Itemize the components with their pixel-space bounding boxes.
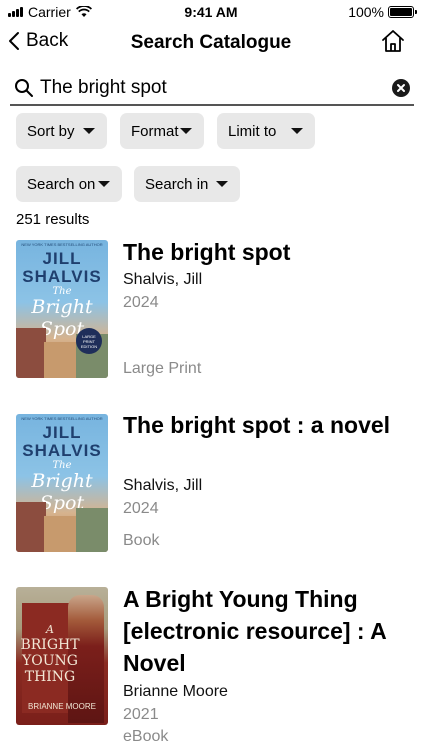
large-print-badge: LARGE PRINT EDITION: [76, 328, 102, 354]
caret-down-icon: [98, 181, 110, 187]
result-year: 2024: [123, 294, 159, 311]
result-format: Book: [123, 532, 160, 549]
home-icon[interactable]: [380, 28, 406, 54]
close-icon: [397, 84, 405, 92]
search-in-label: Search in: [145, 175, 209, 193]
book-cover: NEW YORK TIMES BESTSELLING AUTHOR JILL S…: [16, 414, 108, 552]
result-title: The bright spot: [123, 239, 291, 265]
result-year: 2024: [123, 500, 159, 517]
search-icon: [15, 79, 33, 97]
result-item[interactable]: NEW YORK TIMES BESTSELLING AUTHOR JILL S…: [0, 239, 422, 380]
format-label: Format: [131, 122, 179, 140]
search-on-label: Search on: [27, 175, 96, 193]
limit-to-label: Limit to: [228, 122, 277, 140]
search-bar: [10, 72, 414, 106]
result-author: Shalvis, Jill: [123, 271, 203, 288]
result-title: The bright spot : a novel: [123, 412, 391, 438]
format-dropdown[interactable]: Format: [120, 113, 204, 149]
result-author: Shalvis, Jill: [123, 477, 203, 494]
result-format: Large Print: [123, 360, 202, 377]
chevron-left-icon: [9, 32, 19, 50]
sort-by-label: Sort by: [27, 122, 75, 140]
battery-icon: [388, 6, 417, 18]
result-format: eBook: [123, 728, 169, 745]
status-bar: Carrier 9:41 AM 100%: [0, 0, 422, 24]
book-cover: NEW YORK TIMES BESTSELLING AUTHOR JILL S…: [16, 240, 108, 378]
search-on-dropdown[interactable]: Search on: [16, 166, 122, 202]
caret-down-icon: [83, 128, 95, 134]
result-item[interactable]: NEW YORK TIMES BESTSELLING AUTHOR JILL S…: [0, 412, 422, 554]
back-label: Back: [26, 30, 69, 51]
book-cover: A BRIGHT YOUNG THING BRIANNE MOORE: [16, 587, 108, 725]
result-item[interactable]: A BRIGHT YOUNG THING BRIANNE MOORE A Bri…: [0, 586, 422, 747]
search-input[interactable]: [40, 77, 392, 99]
clear-search-button[interactable]: [392, 79, 410, 97]
search-in-dropdown[interactable]: Search in: [134, 166, 240, 202]
battery-percent: 100%: [348, 4, 384, 20]
result-title: A Bright Young Thing [electronic resourc…: [123, 586, 386, 676]
result-author: Brianne Moore: [123, 683, 228, 700]
caret-down-icon: [216, 181, 228, 187]
back-button[interactable]: Back: [8, 30, 68, 52]
nav-bar: Back Search Catalogue: [0, 26, 422, 62]
battery-fill: [390, 8, 412, 16]
caret-down-icon: [180, 128, 192, 134]
result-year: 2021: [123, 706, 159, 723]
results-count: 251 results: [16, 211, 90, 228]
limit-to-dropdown[interactable]: Limit to: [217, 113, 315, 149]
caret-down-icon: [291, 128, 303, 134]
sort-by-dropdown[interactable]: Sort by: [16, 113, 107, 149]
